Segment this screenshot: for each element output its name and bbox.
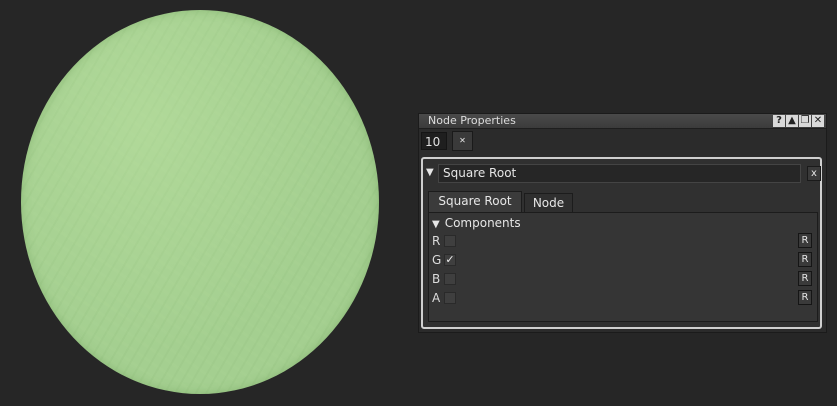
viewer-sphere-preview: [21, 10, 379, 394]
collapse-up-icon[interactable]: ▲: [786, 115, 798, 127]
component-row-a: A R: [429, 289, 817, 307]
reset-button-g[interactable]: R: [798, 252, 812, 267]
panel-title-icons: ? ▲ ❐ ✕: [773, 115, 824, 127]
reset-button-b[interactable]: R: [798, 271, 812, 286]
component-checkbox-g[interactable]: ✓: [444, 254, 456, 266]
component-label-r: R: [432, 234, 441, 248]
reset-button-r[interactable]: R: [798, 233, 812, 248]
node-name-field[interactable]: Square Root: [438, 164, 801, 183]
panel-title: Node Properties: [428, 114, 516, 127]
tab-node[interactable]: Node: [524, 193, 573, 213]
component-label-a: A: [432, 291, 441, 305]
component-row-g: G ✓ R: [429, 251, 817, 269]
max-panels-input[interactable]: 10: [421, 132, 447, 150]
component-label-g: G: [432, 253, 442, 267]
collapse-triangle-icon[interactable]: ▼: [426, 167, 434, 178]
section-triangle-icon: ▼: [432, 219, 440, 230]
clear-icon: ✕: [459, 136, 466, 145]
float-window-icon[interactable]: ❐: [799, 115, 811, 127]
tab-square-root[interactable]: Square Root: [428, 191, 522, 213]
component-checkbox-r[interactable]: [444, 235, 456, 247]
component-checkbox-a[interactable]: [444, 292, 456, 304]
components-label: Components: [444, 216, 521, 230]
node-properties-panel: Node Properties ? ▲ ❐ ✕ 10 ✕ ▼ Square Ro…: [418, 113, 827, 333]
reset-button-a[interactable]: R: [798, 290, 812, 305]
components-section-header[interactable]: ▼ Components: [432, 216, 521, 230]
panel-titlebar: Node Properties ? ▲ ❐ ✕: [419, 114, 826, 129]
component-checkbox-b[interactable]: [444, 273, 456, 285]
close-panel-icon[interactable]: ✕: [812, 115, 824, 127]
clear-panels-button[interactable]: ✕: [452, 131, 473, 151]
close-node-button[interactable]: x: [807, 166, 821, 181]
component-label-b: B: [432, 272, 441, 286]
tab-content-area: ▼ Components R R G ✓ R B R A R: [428, 212, 818, 322]
help-icon[interactable]: ?: [773, 115, 785, 127]
component-row-r: R R: [429, 232, 817, 250]
component-row-b: B R: [429, 270, 817, 288]
node-group: ▼ Square Root x Square Root Node ▼ Compon…: [421, 157, 822, 329]
